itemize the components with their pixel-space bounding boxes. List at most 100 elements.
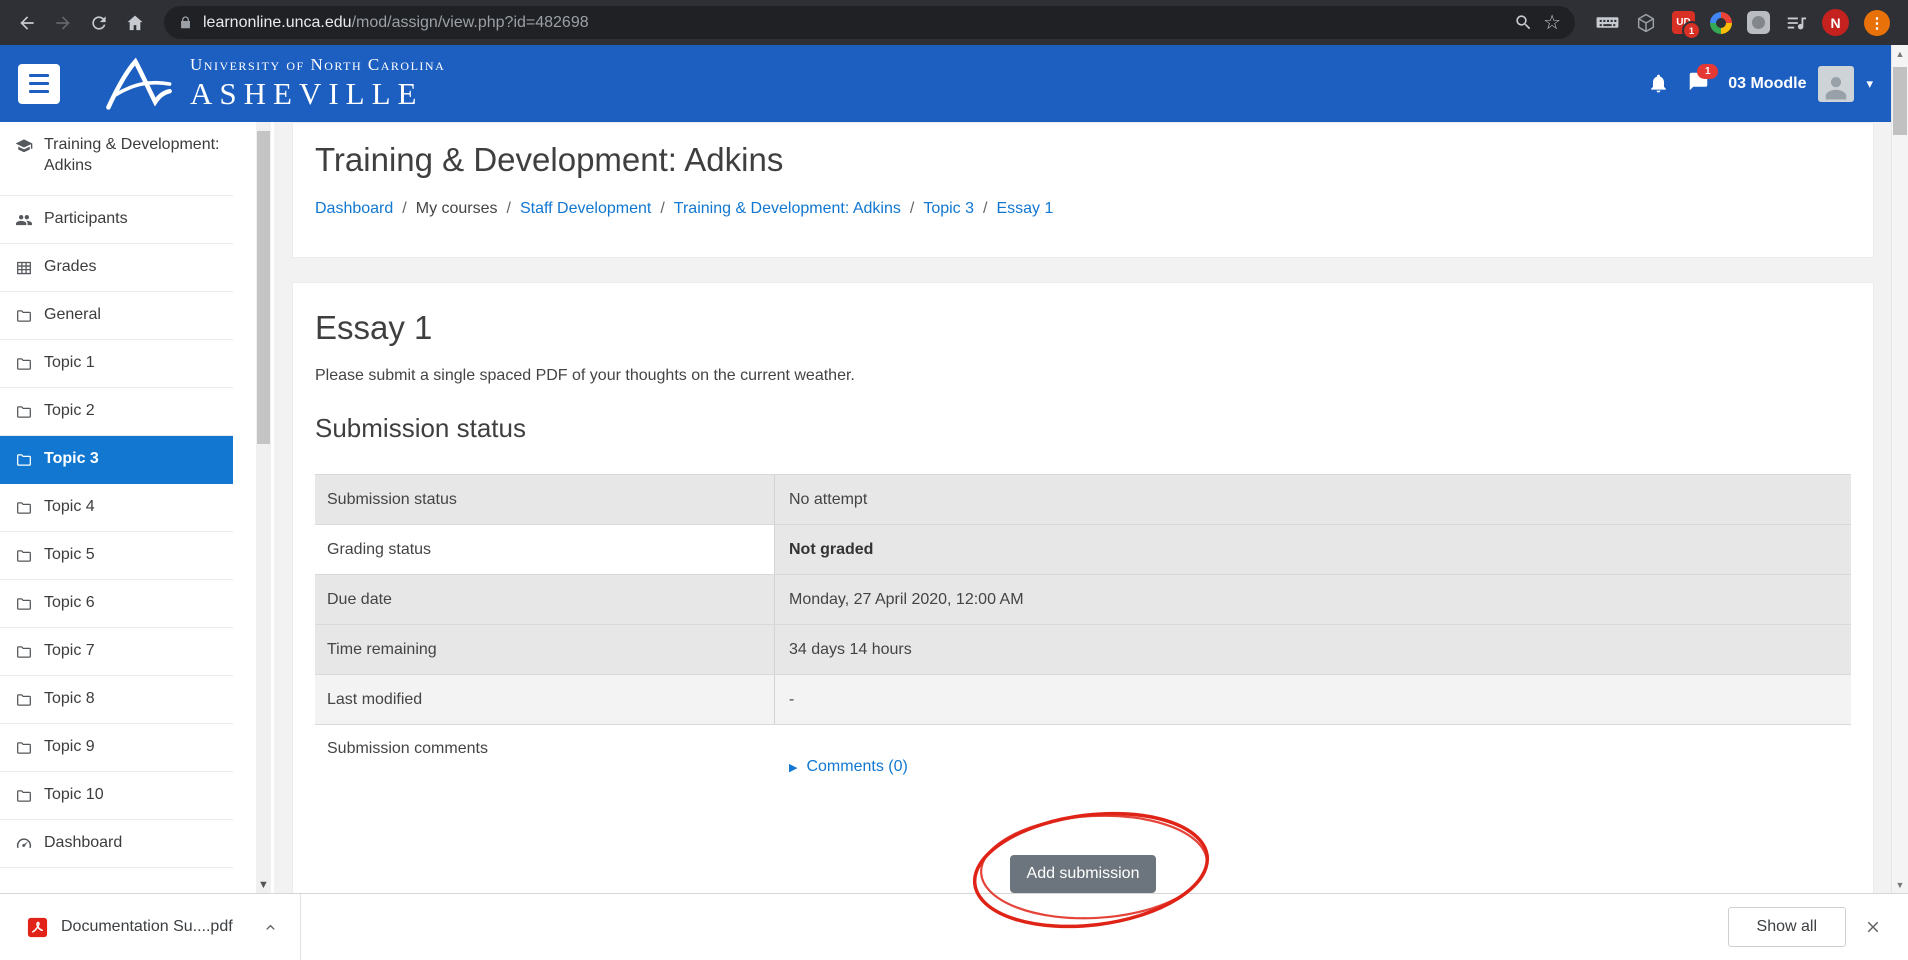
sidebar-item-grades[interactable]: Grades [0,244,233,292]
table-row: Due date Monday, 27 April 2020, 12:00 AM [315,575,1851,625]
sidebar-item-label: Topic 10 [44,785,104,806]
sidebar-item-label: Topic 5 [44,545,95,566]
bookmark-star-icon[interactable]: ☆ [1543,13,1561,33]
divider [300,894,301,960]
table-row: Submission status No attempt [315,475,1851,525]
sidebar-item-label: Topic 2 [44,401,95,422]
browser-back-button[interactable] [10,6,44,40]
sidebar-scrollbar[interactable]: ▼ [256,122,271,894]
browser-toolbar: learnonline.unca.edu/mod/assign/view.php… [0,0,1908,45]
sidebar-item-dashboard[interactable]: Dashboard [0,820,233,868]
comments-toggle[interactable]: ▶ Comments (0) [789,758,908,776]
breadcrumb-link-topic-3[interactable]: Topic 3 [923,200,974,218]
university-name: University of North Carolina [190,55,445,75]
sidebar-item-label: Topic 6 [44,593,95,614]
browser-reload-button[interactable] [82,6,116,40]
sidebar-item-label: Training & Development: Adkins [44,135,227,177]
page-scrollbar[interactable]: ▲ ▼ [1891,45,1908,894]
sidebar-item-label: General [44,305,101,326]
sidebar-item-course[interactable]: Training & Development: Adkins [0,122,233,196]
page-title: Training & Development: Adkins [315,141,1873,179]
sidebar-item-label: Grades [44,257,96,278]
scrollbar-down-icon[interactable]: ▼ [1892,880,1908,890]
url-domain: learnonline.unca.edu [203,14,352,31]
user-menu[interactable]: 03 Moodle ▾ [1728,66,1873,102]
sidebar-item-topic-10[interactable]: Topic 10 [0,772,233,820]
add-submission-button[interactable]: Add submission [1010,855,1157,893]
sidebar-item-topic-7[interactable]: Topic 7 [0,628,233,676]
page-header-card: Training & Development: Adkins Dashboard… [292,122,1874,258]
user-avatar [1818,66,1854,102]
browser-forward-button[interactable] [46,6,80,40]
chevron-up-icon[interactable] [263,920,278,935]
nav-drawer-list: Training & Development: Adkins Participa… [0,122,233,868]
sidebar-scrollbar-thumb[interactable] [257,131,270,444]
caret-right-icon: ▶ [789,761,797,774]
sidebar-item-topic-3[interactable]: Topic 3 [0,436,233,484]
sidebar-item-topic-4[interactable]: Topic 4 [0,484,233,532]
folder-icon [15,355,33,373]
browser-menu-icon[interactable]: ⋮ [1864,10,1890,36]
submission-status-heading: Submission status [315,413,1851,444]
sidebar-item-topic-1[interactable]: Topic 1 [0,340,233,388]
breadcrumb-link-dashboard[interactable]: Dashboard [315,200,393,218]
folder-icon [15,307,33,325]
campus-name: ASHEVILLE [190,76,445,112]
table-icon [15,259,33,277]
scrollbar-thumb[interactable] [1893,67,1907,135]
browser-home-button[interactable] [118,6,152,40]
row-label: Time remaining [315,625,775,674]
nav-drawer: Training & Development: Adkins Participa… [0,122,274,894]
url-text: learnonline.unca.edu/mod/assign/view.php… [203,14,1504,32]
breadcrumb-my-courses: My courses [416,200,498,218]
screen: learnonline.unca.edu/mod/assign/view.php… [0,0,1908,960]
notifications-bell-icon[interactable] [1648,73,1669,94]
sidebar-item-label: Participants [44,209,128,230]
breadcrumb-separator: / [507,200,511,218]
sidebar-item-general[interactable]: General [0,292,233,340]
zoom-icon[interactable] [1514,13,1533,32]
breadcrumb-separator: / [910,200,914,218]
sidebar-scroll-down-icon[interactable]: ▼ [256,879,271,891]
download-item[interactable]: Documentation Su....pdf [0,894,300,960]
row-value: 34 days 14 hours [775,625,1851,674]
folder-icon [15,595,33,613]
colorwheel-extension-icon[interactable] [1710,12,1732,34]
sidebar-item-topic-5[interactable]: Topic 5 [0,532,233,580]
breadcrumb-link-staff-development[interactable]: Staff Development [520,200,651,218]
messages-button[interactable]: 1 [1688,71,1709,97]
menu-toggle-button[interactable] [18,64,60,104]
table-row: Submission comments ▶ Comments (0) [315,725,1851,798]
address-bar[interactable]: learnonline.unca.edu/mod/assign/view.php… [164,6,1575,39]
unca-logo[interactable]: University of North Carolina ASHEVILLE [102,55,445,112]
user-name: 03 Moodle [1728,75,1806,93]
row-label: Submission comments [315,725,775,798]
sidebar-item-topic-8[interactable]: Topic 8 [0,676,233,724]
sidebar-item-topic-9[interactable]: Topic 9 [0,724,233,772]
browser-profile-avatar[interactable]: N [1822,9,1849,36]
folder-icon [15,643,33,661]
sidebar-item-topic-2[interactable]: Topic 2 [0,388,233,436]
folder-icon [15,499,33,517]
ud-extension-icon[interactable]: UD 1 [1672,11,1695,34]
media-list-icon[interactable] [1785,12,1807,34]
comments-link[interactable]: Comments (0) [806,758,907,776]
close-download-bar-icon[interactable] [1864,918,1882,936]
folder-icon [15,451,33,469]
keyboard-extension-icon[interactable] [1595,10,1620,35]
cube-extension-icon[interactable] [1635,12,1657,34]
submission-status-table: Submission status No attempt Grading sta… [315,474,1851,798]
sidebar-item-participants[interactable]: Participants [0,196,233,244]
show-all-button[interactable]: Show all [1728,907,1846,947]
sidebar-item-label: Topic 9 [44,737,95,758]
url-path: /mod/assign/view.php?id=482698 [352,14,589,31]
unca-logo-text: University of North Carolina ASHEVILLE [190,55,445,112]
row-value: - [775,675,1851,724]
extension-icon[interactable] [1747,11,1770,34]
breadcrumb-link-course[interactable]: Training & Development: Adkins [674,200,901,218]
chevron-down-icon: ▾ [1866,76,1873,92]
breadcrumb-link-essay-1[interactable]: Essay 1 [996,200,1053,218]
sidebar-item-topic-6[interactable]: Topic 6 [0,580,233,628]
scrollbar-up-icon[interactable]: ▲ [1892,49,1908,59]
download-filename[interactable]: Documentation Su....pdf [61,918,233,936]
